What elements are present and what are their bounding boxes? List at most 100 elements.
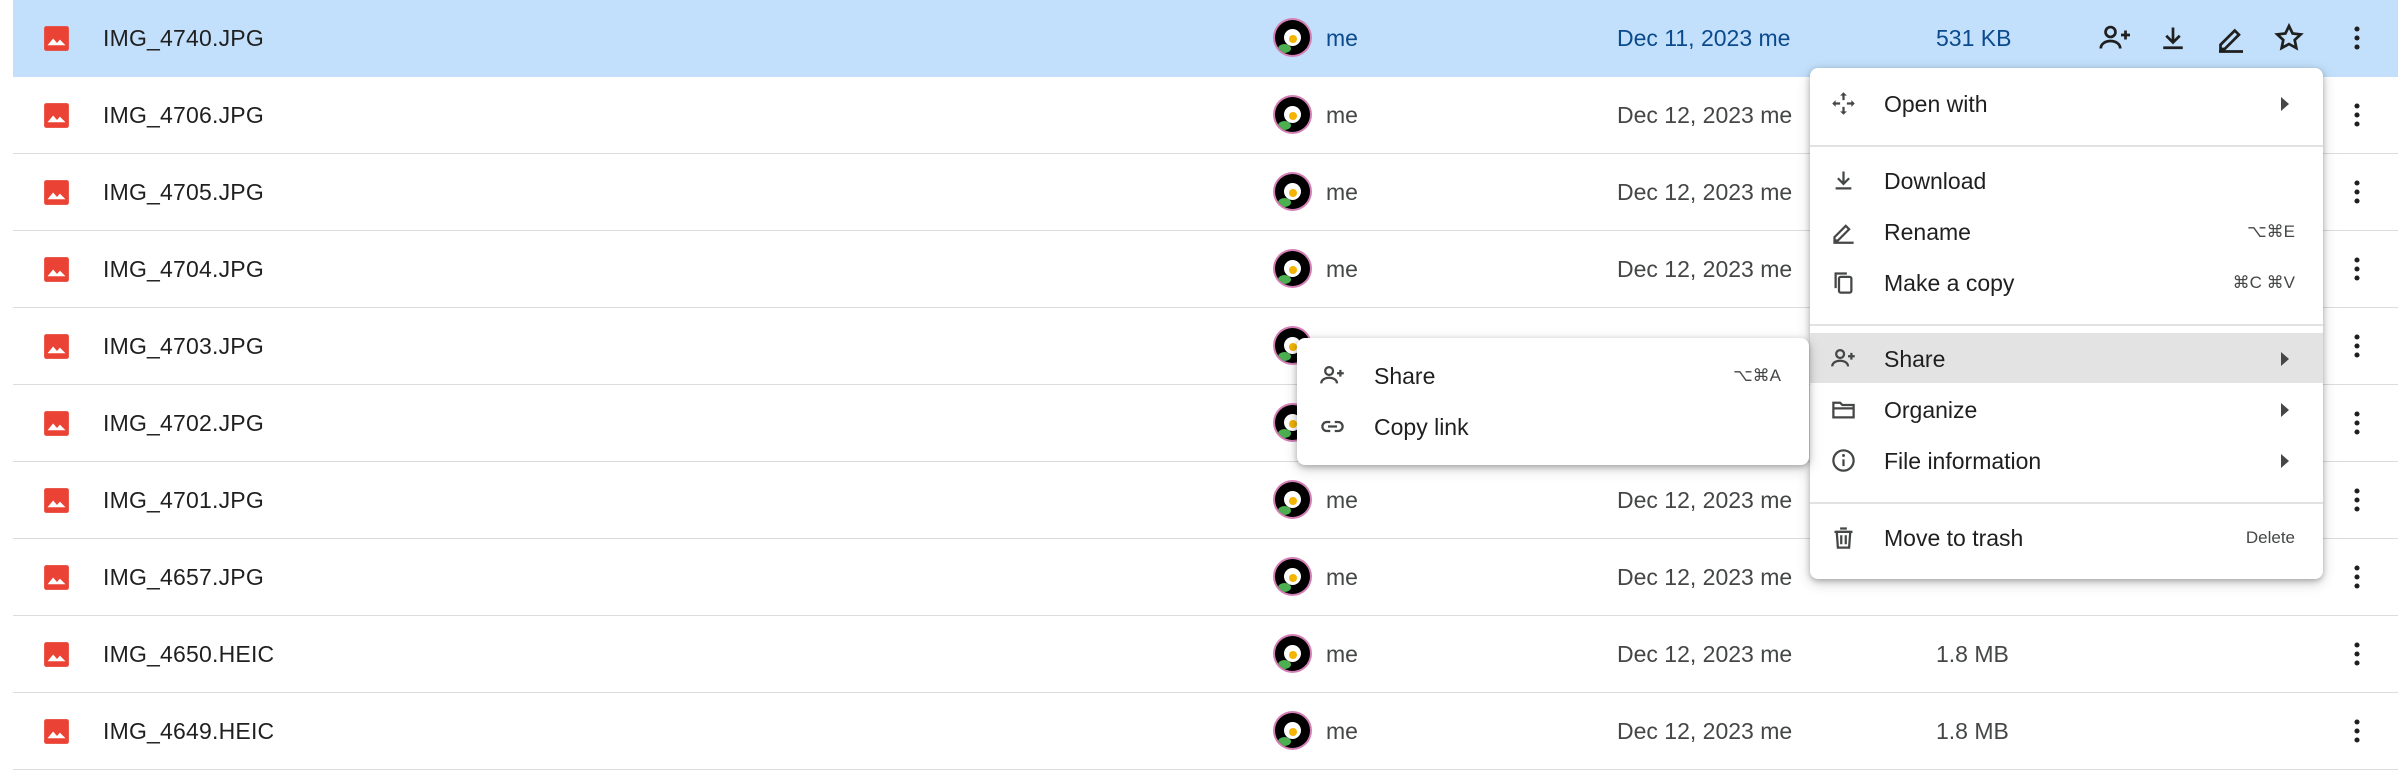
owner: me — [1326, 641, 1358, 667]
image-file-icon — [43, 179, 70, 206]
image-file-icon — [43, 333, 70, 360]
submenu-arrow-icon — [2277, 452, 2293, 470]
file-name[interactable]: IMG_4740.JPG — [103, 25, 264, 52]
menu-item-download[interactable]: Download — [1810, 155, 2323, 205]
more-actions-icon[interactable] — [2339, 405, 2375, 441]
owner: me — [1326, 564, 1358, 590]
folder-open-icon — [1830, 396, 1857, 423]
menu-label-download: Download — [1884, 168, 1987, 194]
owner: me — [1326, 102, 1358, 128]
avatar — [1275, 636, 1310, 671]
table-row[interactable]: IMG_4649.HEIC me Dec 12, 2023 me 1.8 MB — [13, 693, 2398, 770]
trash-icon — [1830, 524, 1857, 551]
image-file-icon — [43, 564, 70, 591]
avatar — [1275, 174, 1310, 209]
rename-shortcut: ⌥⌘E — [2247, 222, 2295, 241]
move-arrows-icon — [1830, 90, 1857, 117]
table-row[interactable]: IMG_4650.HEIC me Dec 12, 2023 me 1.8 MB — [13, 616, 2398, 693]
last-modified: Dec 12, 2023 me — [1617, 256, 1793, 282]
last-modified: Dec 12, 2023 me — [1617, 718, 1793, 744]
make-copy-shortcut: ⌘C ⌘V — [2232, 273, 2295, 292]
owner: me — [1326, 256, 1358, 282]
file-name[interactable]: IMG_4705.JPG — [103, 179, 264, 206]
file-name[interactable]: IMG_4702.JPG — [103, 410, 264, 437]
menu-item-file-information[interactable]: File information — [1810, 435, 2323, 485]
menu-divider — [1810, 145, 2323, 147]
image-file-icon — [43, 102, 70, 129]
edit-icon[interactable] — [2213, 20, 2249, 56]
more-actions-icon[interactable] — [2339, 636, 2375, 672]
owner: me — [1326, 179, 1358, 205]
image-file-icon — [43, 718, 70, 745]
menu-label-make-copy: Make a copy — [1884, 270, 2015, 296]
more-actions-icon[interactable] — [2339, 251, 2375, 287]
avatar — [1275, 482, 1310, 517]
file-name[interactable]: IMG_4706.JPG — [103, 102, 264, 129]
last-modified: Dec 12, 2023 me — [1617, 564, 1793, 590]
submenu-label-share: Share — [1374, 363, 1436, 389]
download-icon[interactable] — [2155, 20, 2191, 56]
more-actions-icon[interactable] — [2339, 482, 2375, 518]
file-size: 1.8 MB — [1936, 718, 2009, 744]
menu-item-open-with[interactable]: Open with — [1810, 78, 2323, 128]
menu-divider — [1810, 324, 2323, 326]
avatar — [1275, 559, 1310, 594]
add-person-icon — [1830, 345, 1857, 372]
avatar — [1275, 251, 1310, 286]
menu-label-open-with: Open with — [1884, 91, 1988, 117]
menu-item-rename[interactable]: Rename ⌥⌘E — [1810, 206, 2323, 256]
copy-icon — [1830, 269, 1857, 296]
info-icon — [1830, 447, 1857, 474]
file-name[interactable]: IMG_4703.JPG — [103, 333, 264, 360]
file-name[interactable]: IMG_4704.JPG — [103, 256, 264, 283]
last-modified: Dec 11, 2023 me — [1617, 25, 1791, 51]
file-name[interactable]: IMG_4701.JPG — [103, 487, 264, 514]
image-file-icon — [43, 410, 70, 437]
menu-item-make-copy[interactable]: Make a copy ⌘C ⌘V — [1810, 257, 2323, 307]
last-modified: Dec 12, 2023 me — [1617, 179, 1793, 205]
file-name[interactable]: IMG_4649.HEIC — [103, 718, 274, 745]
file-name[interactable]: IMG_4657.JPG — [103, 564, 264, 591]
file-name[interactable]: IMG_4650.HEIC — [103, 641, 274, 668]
share-submenu: Share ⌥⌘A Copy link — [1297, 338, 1809, 465]
submenu-item-copy-link[interactable]: Copy link — [1297, 401, 1809, 451]
menu-item-share[interactable]: Share — [1810, 333, 2323, 383]
image-file-icon — [43, 256, 70, 283]
table-row[interactable]: IMG_4740.JPG me Dec 11, 2023 me 531 KB — [13, 0, 2398, 77]
menu-label-move-to-trash: Move to trash — [1884, 525, 2024, 551]
move-to-trash-shortcut: Delete — [2245, 528, 2295, 547]
avatar — [1275, 20, 1310, 55]
avatar — [1275, 97, 1310, 132]
download-icon — [1830, 167, 1857, 194]
add-person-icon — [1319, 362, 1346, 389]
image-file-icon — [43, 641, 70, 668]
file-size: 1.8 MB — [1936, 641, 2009, 667]
menu-item-organize[interactable]: Organize — [1810, 384, 2323, 434]
submenu-arrow-icon — [2277, 350, 2293, 368]
image-file-icon — [43, 25, 70, 52]
image-file-icon — [43, 487, 70, 514]
submenu-item-share[interactable]: Share ⌥⌘A — [1297, 350, 1809, 400]
context-menu: Open with Download Rename ⌥⌘E Make a cop… — [1810, 68, 2323, 579]
share-shortcut: ⌥⌘A — [1733, 366, 1781, 385]
menu-item-move-to-trash[interactable]: Move to trash Delete — [1810, 512, 2323, 562]
link-icon — [1319, 413, 1346, 440]
more-actions-icon[interactable] — [2339, 174, 2375, 210]
submenu-label-copy-link: Copy link — [1374, 414, 1469, 440]
menu-label-rename: Rename — [1884, 219, 1971, 245]
pencil-icon — [1830, 218, 1857, 245]
submenu-arrow-icon — [2277, 401, 2293, 419]
more-actions-icon[interactable] — [2339, 713, 2375, 749]
last-modified: Dec 12, 2023 me — [1617, 641, 1793, 667]
owner: me — [1326, 718, 1358, 744]
more-actions-icon[interactable] — [2339, 20, 2375, 56]
last-modified: Dec 12, 2023 me — [1617, 487, 1793, 513]
more-actions-icon[interactable] — [2339, 97, 2375, 133]
star-icon[interactable] — [2271, 20, 2307, 56]
more-actions-icon[interactable] — [2339, 559, 2375, 595]
owner: me — [1326, 487, 1358, 513]
avatar — [1275, 713, 1310, 748]
file-size: 531 KB — [1936, 25, 2012, 51]
more-actions-icon[interactable] — [2339, 328, 2375, 364]
add-person-icon[interactable] — [2097, 20, 2133, 56]
